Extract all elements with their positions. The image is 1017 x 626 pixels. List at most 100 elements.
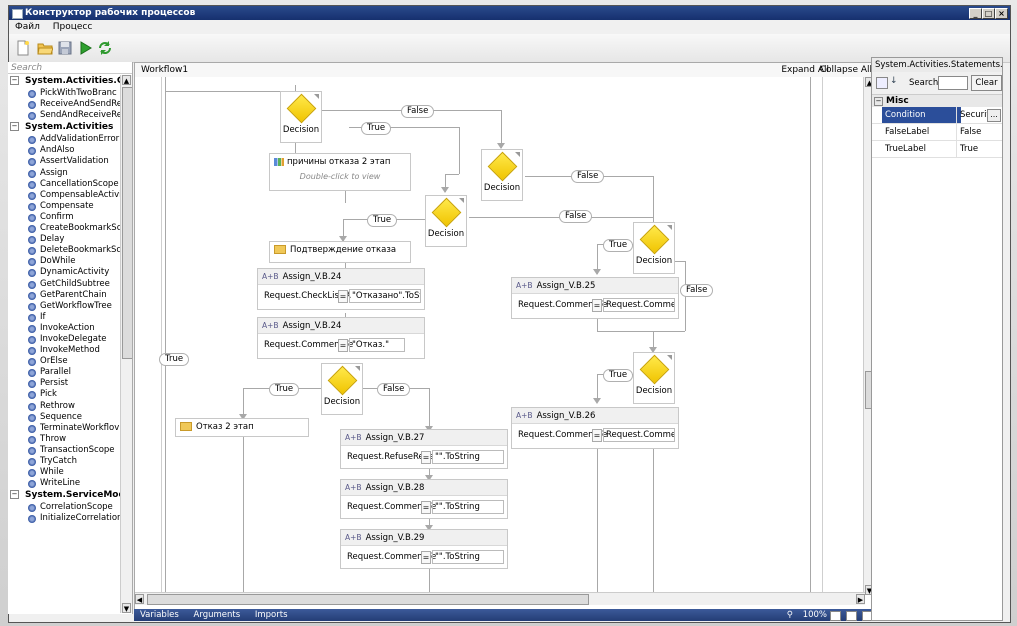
assign-activity[interactable]: A+B Assign_V.B.25 Request.CommentVe = Req… (511, 277, 679, 319)
designer-hscroll-thumb[interactable] (147, 594, 589, 605)
toolbox-item[interactable]: GetWorkflowTree (8, 301, 120, 312)
toolbox-item[interactable]: InvokeDelegate (8, 334, 120, 345)
toolbox-category[interactable]: −System.Activities.Core. (8, 75, 120, 88)
save-icon[interactable] (57, 40, 73, 56)
collapse-icon[interactable]: − (10, 490, 19, 500)
decision-node[interactable]: Decision (321, 363, 363, 415)
true-label[interactable]: True (269, 383, 300, 396)
collapse-icon[interactable]: − (874, 97, 883, 106)
toolbox-item[interactable]: TryCatch (8, 456, 120, 467)
new-file-icon[interactable] (15, 40, 31, 56)
property-value[interactable]: True (956, 141, 1002, 157)
toolbox-item[interactable]: Rethrow (8, 401, 120, 412)
variables-tab[interactable]: Variables (140, 610, 179, 620)
close-button[interactable]: × (995, 8, 1008, 19)
toolbox-item[interactable]: Throw (8, 434, 120, 445)
clear-button[interactable]: Clear (971, 75, 1002, 91)
true-label[interactable]: True (603, 239, 634, 252)
toolbox-item[interactable]: SendAndReceiveRe (8, 110, 120, 121)
toolbox-item[interactable]: DynamicActivity (8, 267, 120, 278)
collapse-icon[interactable]: − (10, 76, 19, 85)
zoom-magnifier-icon[interactable]: ⚲ (787, 609, 793, 621)
sequence-activity[interactable]: причины отказа 2 этап Double-click to vi… (269, 153, 411, 191)
property-value[interactable]: False (956, 124, 1002, 140)
toolbox-item[interactable]: AssertValidation (8, 156, 120, 167)
flowchart-canvas[interactable]: False True False True False True False T… (135, 77, 865, 595)
toolbox-category[interactable]: − System.Activities (8, 121, 120, 135)
toolbox-item[interactable]: Assign (8, 168, 120, 179)
false-label[interactable]: False (377, 383, 411, 396)
toolbox-item[interactable]: InvokeMethod (8, 345, 120, 356)
toolbox-item[interactable]: AddValidationError (8, 134, 120, 145)
toolbox-item[interactable]: InitializeCorrelation (8, 513, 120, 524)
refresh-icon[interactable] (97, 40, 113, 56)
zoom-dropdown-icon[interactable] (830, 611, 841, 621)
toolbox-item[interactable]: Parallel (8, 367, 120, 378)
scroll-up-icon[interactable]: ▲ (122, 75, 131, 85)
toolbox-item[interactable]: CompensableActivi (8, 190, 120, 201)
property-search-input[interactable] (938, 76, 968, 90)
assign-activity[interactable]: A+B Assign_V.B.24 Request.CheckList.A = "… (257, 268, 425, 310)
assign-value-field[interactable]: "Отказано".ToString (349, 289, 421, 303)
open-folder-icon[interactable] (37, 40, 53, 56)
run-icon[interactable] (77, 40, 93, 56)
toolbox-item[interactable]: OrElse (8, 356, 120, 367)
toolbox-scroll-thumb[interactable] (122, 87, 132, 359)
toolbox-item[interactable]: CreateBookmarkSc (8, 223, 120, 234)
assign-value-field[interactable]: "".ToString (432, 500, 504, 514)
toolbox-item[interactable]: PickWithTwoBranc (8, 88, 120, 99)
menu-process[interactable]: Процесс (53, 22, 93, 32)
toolbox-item[interactable]: If (8, 312, 120, 323)
true-label[interactable]: True (603, 369, 634, 382)
assign-value-field[interactable]: "".ToString (432, 550, 504, 564)
toolbox-item[interactable]: CorrelationScope (8, 502, 120, 513)
toolbox-item[interactable]: WriteLine (8, 478, 120, 489)
toolbox-item[interactable]: Confirm (8, 212, 120, 223)
toolbox-item[interactable]: While (8, 467, 120, 478)
toolbox-category[interactable]: −System.ServiceModel.A (8, 489, 120, 503)
toolbox-item[interactable]: AndAlso (8, 145, 120, 156)
false-label[interactable]: False (680, 284, 714, 297)
false-label[interactable]: False (401, 105, 435, 118)
assign-value-field[interactable]: "Отказ." (349, 338, 405, 352)
toolbox-item[interactable]: ReceiveAndSendRe (8, 99, 120, 110)
collapse-icon[interactable]: − (10, 122, 19, 132)
decision-node[interactable]: Decision (633, 222, 675, 274)
scroll-down-icon[interactable]: ▼ (122, 603, 131, 613)
decision-node[interactable]: Decision (280, 91, 322, 143)
assign-value-field[interactable]: "".ToString (432, 450, 504, 464)
breadcrumb[interactable]: Workflow1 (141, 63, 188, 77)
toolbox-item[interactable]: Pick (8, 389, 120, 400)
toolbox-scrollbar[interactable]: ▲ ▼ (120, 75, 132, 613)
menu-file[interactable]: Файл (15, 22, 40, 32)
scroll-left-icon[interactable]: ◀ (135, 594, 144, 604)
assign-activity[interactable]: A+B Assign_V.B.29 Request.CommentVe = "".… (340, 529, 508, 569)
minimize-button[interactable]: _ (969, 8, 982, 19)
property-category[interactable]: − Misc (872, 95, 1002, 107)
fit-to-screen-icon[interactable] (846, 611, 857, 621)
scroll-right-icon[interactable]: ▶ (856, 594, 865, 604)
true-label[interactable]: True (361, 122, 392, 135)
decision-node[interactable]: Decision (633, 352, 675, 404)
toolbox-item[interactable]: CancellationScope (8, 179, 120, 190)
toolbox-item[interactable]: Compensate (8, 201, 120, 212)
property-row-truelabel[interactable]: TrueLabel True (872, 141, 1002, 158)
toolbox-item[interactable]: GetChildSubtree (8, 279, 120, 290)
property-row-condition[interactable]: Condition Security ... (872, 107, 1002, 124)
toolbox-item[interactable]: DeleteBookmarkSc (8, 245, 120, 256)
toolbox-item[interactable]: DoWhile (8, 256, 120, 267)
true-label[interactable]: True (367, 214, 398, 227)
assign-activity[interactable]: A+B Assign_V.B.28 Request.CommentVe = "".… (340, 479, 508, 519)
assign-value-field[interactable]: Request.CommentVe (603, 428, 675, 442)
assign-activity[interactable]: A+B Assign_V.B.26 Request.CommentVe = Req… (511, 407, 679, 449)
decision-node[interactable]: Decision (481, 149, 523, 201)
toolbox-item[interactable]: Delay (8, 234, 120, 245)
designer-horizontal-scrollbar[interactable]: ◀ ▶ (135, 592, 865, 605)
toolbox-item[interactable]: InvokeAction (8, 323, 120, 334)
false-label[interactable]: False (559, 210, 593, 223)
sequence-activity[interactable]: Отказ 2 этап (175, 418, 309, 437)
assign-value-field[interactable]: Request.CommentVe (603, 298, 675, 312)
collapse-all-link[interactable]: Collapse All (820, 63, 872, 77)
true-label[interactable]: True (159, 353, 190, 366)
toolbox-item[interactable]: GetParentChain (8, 290, 120, 301)
